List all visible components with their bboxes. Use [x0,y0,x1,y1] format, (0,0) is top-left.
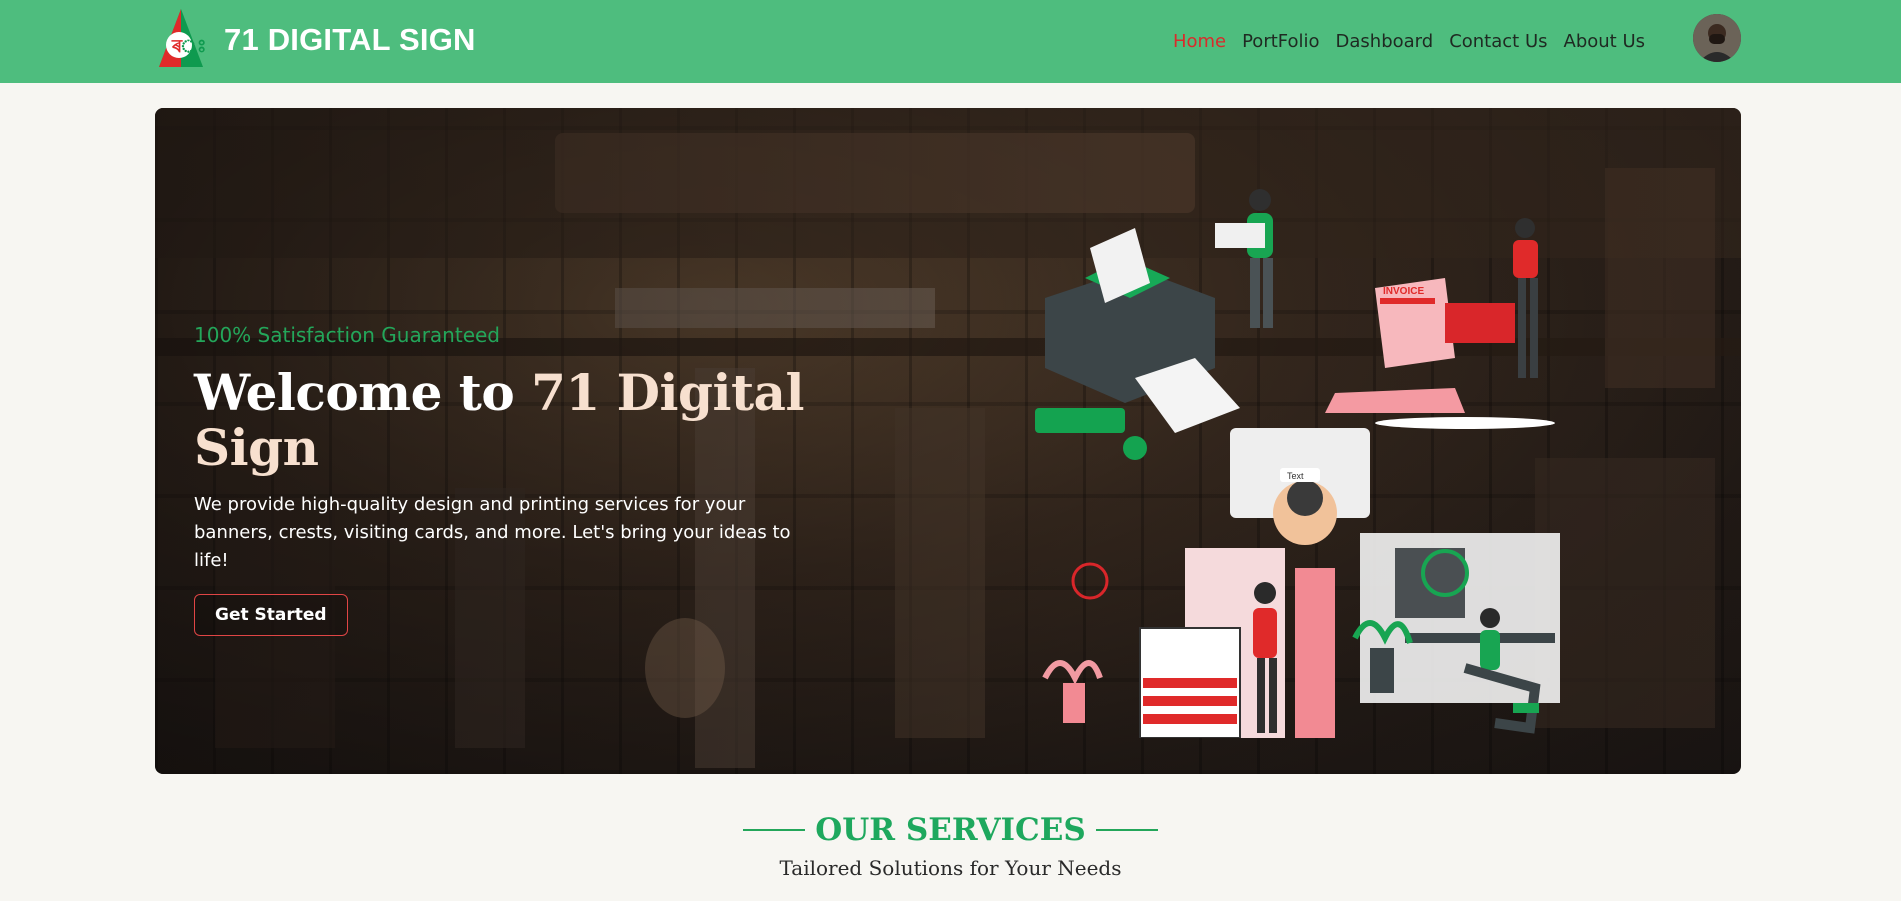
user-avatar-icon [1693,14,1741,62]
svg-text:ঃ: ঃ [180,36,206,56]
printer-graphic [1035,228,1240,460]
brand-name: 71 DIGITAL SIGN [224,22,476,57]
hero-text-block: 100% Satisfaction Guaranteed Welcome to … [194,323,834,636]
nav-dashboard[interactable]: Dashboard [1336,31,1434,52]
hero-banner: 100% Satisfaction Guaranteed Welcome to … [155,108,1741,774]
invoice-label: INVOICE [1383,286,1424,297]
main-nav: Home PortFolio Dashboard Contact Us Abou… [1157,0,1645,83]
top-navbar: ৰ ঃ 71 DIGITAL SIGN Home PortFolio Dashb… [0,0,1901,83]
hero-description: We provide high-quality design and print… [194,494,791,571]
nav-about-us[interactable]: About Us [1564,31,1646,52]
designer-desk-graphic [1352,533,1560,734]
printing-office-illustration: INVOICE Text [1035,189,1560,738]
hero-tagline: 100% Satisfaction Guaranteed [194,323,500,347]
copier-woman-graphic [1042,548,1335,738]
screen-text-label: Text [1287,471,1304,481]
nav-home[interactable]: Home [1173,31,1226,52]
services-title: OUR SERVICES [815,812,1086,848]
nav-contact-us[interactable]: Contact Us [1449,31,1547,52]
invoice-man-graphic: INVOICE [1325,218,1555,429]
user-avatar[interactable] [1693,14,1741,62]
services-subtitle: Tailored Solutions for Your Needs [779,856,1122,880]
hero-title: Welcome to 71 Digital Sign [194,365,834,475]
brand-logo-icon: ৰ ঃ [159,9,206,67]
services-divider-left [743,829,806,831]
services-divider-right [1095,829,1158,831]
services-heading: OUR SERVICES [0,812,1901,848]
hero-title-main: Welcome to [194,363,532,422]
nav-portfolio[interactable]: PortFolio [1242,31,1319,52]
desk-worker-graphic: Text [1230,428,1370,545]
brand[interactable]: ৰ ঃ 71 DIGITAL SIGN [155,7,476,73]
woman-with-papers-graphic [1215,189,1273,328]
get-started-button[interactable]: Get Started [194,594,348,636]
